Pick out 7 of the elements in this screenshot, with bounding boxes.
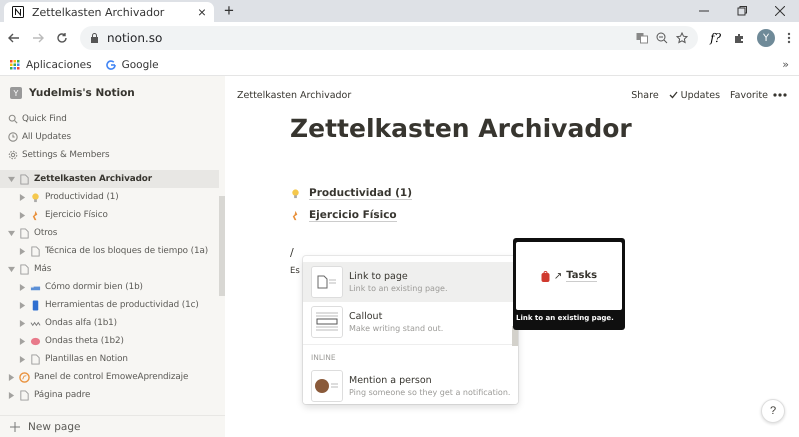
page-title: Zettelkasten Archivador xyxy=(290,114,633,145)
preview-page-name: Tasks xyxy=(566,270,598,282)
url-text: notion.so xyxy=(107,31,164,45)
tab-title: Zettelkasten Archivador xyxy=(32,6,166,18)
body-text: Es xyxy=(290,266,300,276)
typed-text: / xyxy=(290,246,294,261)
link-arrow: ↗ xyxy=(554,270,562,282)
